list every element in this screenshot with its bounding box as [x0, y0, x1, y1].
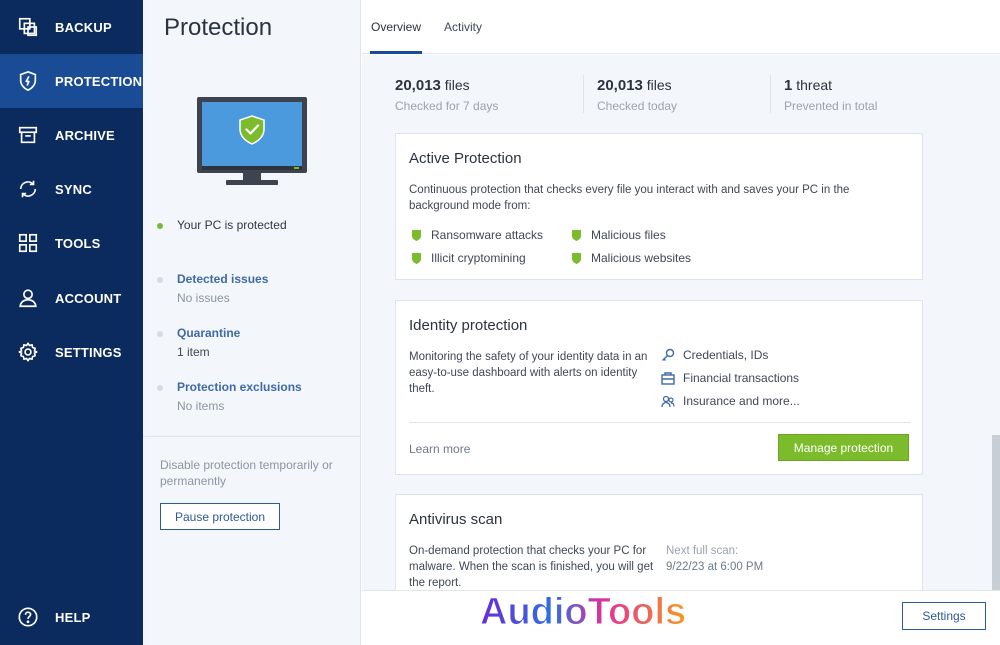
sidebar-item-archive[interactable]: ARCHIVE [0, 108, 143, 162]
sidebar-nav: BACKUP PROTECTION ARCHIVE SYNC TOOLS ACC… [0, 0, 143, 645]
tab-bar: Overview Activity [362, 0, 1000, 54]
card-title: Antivirus scan [409, 511, 503, 528]
feature-ransomware: Ransomware attacks [412, 228, 543, 242]
feature-credentials: Credentials, IDs [661, 348, 768, 362]
status-dot [157, 331, 163, 337]
key-icon [662, 348, 675, 361]
tab-activity[interactable]: Activity [444, 20, 482, 34]
archive-icon [16, 123, 40, 147]
antivirus-scan-card: Antivirus scan On-demand protection that… [395, 494, 923, 590]
status-dot [157, 385, 163, 391]
backup-icon [16, 15, 40, 39]
manage-protection-button[interactable]: Manage protection [778, 434, 909, 461]
sidebar-item-settings[interactable]: SETTINGS [0, 325, 143, 379]
protection-exclusions-value: No items [177, 399, 225, 413]
sidebar-item-label: PROTECTION [55, 73, 143, 89]
card-description: Monitoring the safety of your identity d… [409, 351, 648, 395]
stat-label: Checked for 7 days [395, 99, 499, 113]
detected-issues-item: Detected issues No issues [157, 272, 268, 305]
settings-button[interactable]: Settings [902, 602, 986, 630]
audiotools-watermark-logo: AudioTools [480, 591, 687, 634]
feature-malicious-files: Malicious files [572, 228, 666, 242]
quarantine-value: 1 item [177, 345, 210, 359]
shield-icon [412, 252, 421, 264]
sidebar-item-label: ACCOUNT [55, 290, 122, 306]
disable-protection-note: Disable protection temporarily or perman… [160, 458, 333, 488]
protection-exclusions-item: Protection exclusions No items [157, 380, 302, 413]
shield-icon [412, 229, 421, 241]
stats-row: 20,013 files Checked for 7 days 20,013 f… [362, 55, 988, 125]
quarantine-item: Quarantine 1 item [157, 326, 240, 359]
detected-issues-value: No issues [177, 291, 230, 305]
sidebar-item-account[interactable]: ACCOUNT [0, 271, 143, 325]
pause-protection-button[interactable]: Pause protection [160, 503, 280, 530]
feature-malicious-websites: Malicious websites [572, 251, 691, 265]
main-content: Overview Activity 20,013 files Checked f… [362, 0, 1000, 645]
scrollbar-thumb[interactable] [992, 435, 1000, 590]
protection-exclusions-link[interactable]: Protection exclusions [177, 380, 302, 394]
card-description: Continuous protection that checks every … [409, 184, 850, 212]
card-title: Identity protection [409, 317, 528, 334]
wallet-icon [661, 372, 675, 385]
active-tab-indicator [370, 51, 422, 54]
status-dot [157, 223, 163, 229]
stat-files-today: 20,013 files Checked today [597, 77, 677, 113]
stat-value: 20,013 files [395, 77, 470, 94]
protected-monitor-icon [197, 97, 307, 185]
feature-cryptomining: Illicit cryptomining [412, 251, 526, 265]
divider [583, 75, 584, 113]
sidebar-item-label: ARCHIVE [55, 127, 115, 143]
status-text: Your PC is protected [177, 218, 287, 232]
help-icon [16, 605, 40, 629]
stat-files-7-days: 20,013 files Checked for 7 days [395, 77, 498, 113]
sidebar-item-label: SETTINGS [55, 344, 122, 360]
gear-icon [16, 340, 40, 364]
sidebar-item-tools[interactable]: TOOLS [0, 216, 143, 270]
sidebar-item-backup[interactable]: BACKUP [0, 0, 143, 54]
svg-text:AudioTools: AudioTools [480, 591, 686, 633]
stat-label: Checked today [597, 99, 678, 113]
tab-overview[interactable]: Overview [371, 20, 421, 34]
status-dot [157, 277, 163, 283]
shield-icon [572, 252, 581, 264]
sync-icon [16, 177, 40, 201]
sidebar-item-label: SYNC [55, 181, 92, 197]
card-title: Active Protection [409, 150, 522, 167]
active-protection-card: Active Protection Continuous protection … [395, 133, 923, 280]
overview-content: 20,013 files Checked for 7 days 20,013 f… [362, 55, 988, 590]
stat-value: 1 threat [784, 77, 833, 94]
sidebar-item-label: TOOLS [55, 235, 101, 251]
stat-threats: 1 threat Prevented in total [784, 77, 877, 113]
sidebar-item-label: BACKUP [55, 19, 112, 35]
sidebar-item-label: HELP [55, 609, 91, 625]
protection-status-panel: Protection Your PC is protected Detected… [143, 0, 361, 645]
sidebar-item-sync[interactable]: SYNC [0, 162, 143, 216]
shield-icon [16, 69, 40, 93]
detected-issues-link[interactable]: Detected issues [177, 272, 268, 286]
people-icon [661, 395, 675, 408]
learn-more-link[interactable]: Learn more [409, 442, 470, 456]
page-title: Protection [164, 14, 273, 41]
divider [770, 75, 771, 113]
feature-financial: Financial transactions [661, 371, 799, 385]
divider [143, 436, 360, 437]
stat-label: Prevented in total [784, 99, 878, 113]
shield-icon [572, 229, 581, 241]
sidebar-item-help[interactable]: HELP [0, 590, 143, 644]
quarantine-link[interactable]: Quarantine [177, 326, 240, 340]
feature-insurance: Insurance and more... [661, 394, 800, 408]
next-scan-label: Next full scan: [666, 545, 739, 557]
account-icon [16, 286, 40, 310]
tools-grid-icon [16, 231, 40, 255]
next-scan-value: 9/22/23 at 6:00 PM [666, 561, 764, 573]
card-description: On-demand protection that checks your PC… [409, 545, 654, 589]
identity-protection-card: Identity protection Monitoring the safet… [395, 300, 923, 475]
divider [409, 422, 911, 423]
protection-status: Your PC is protected [157, 218, 287, 232]
stat-value: 20,013 files [597, 77, 672, 94]
sidebar-item-protection[interactable]: PROTECTION [0, 54, 143, 108]
vertical-scrollbar[interactable] [988, 55, 1000, 590]
